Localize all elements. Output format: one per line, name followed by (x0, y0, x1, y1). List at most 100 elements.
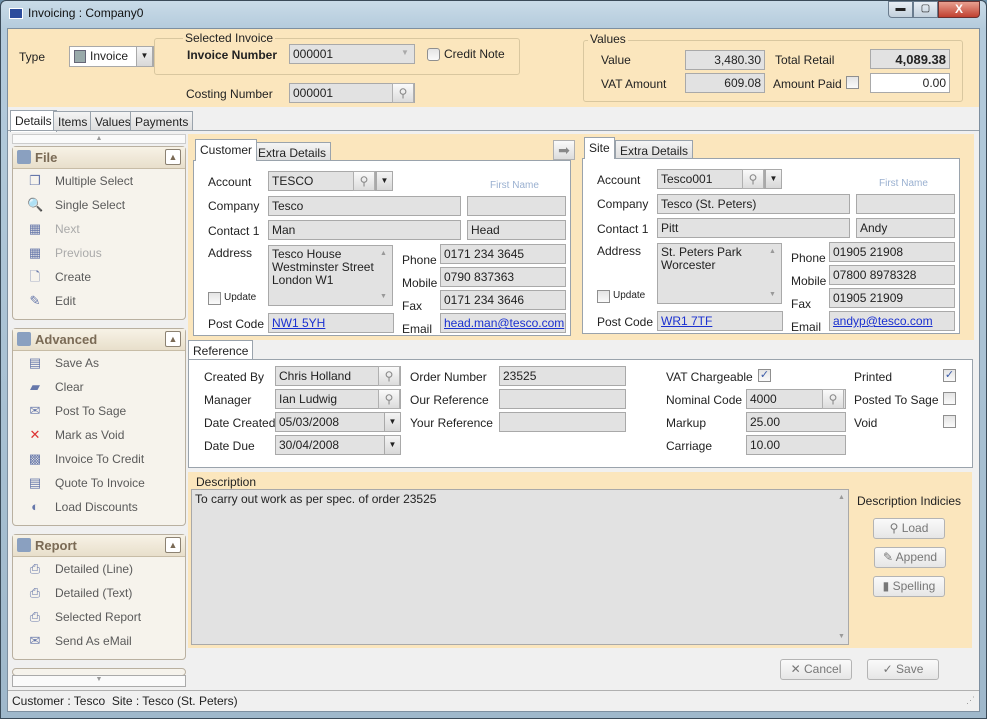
description-scroll-down[interactable]: ▼ (838, 633, 845, 640)
site-postcode-field[interactable]: WR1 7TF (657, 311, 783, 331)
customer-fax-field[interactable]: 0171 234 3646 (440, 290, 566, 310)
resize-grip-icon[interactable]: ⋰ (966, 695, 975, 706)
sidebar-item-quote-to-invoice[interactable]: ▤ Quote To Invoice (13, 471, 185, 495)
customer-address-scroll-down[interactable]: ▼ (380, 293, 387, 300)
site-address-scroll-down[interactable]: ▼ (769, 291, 776, 298)
site-account-search-icon[interactable]: ⚲ (742, 169, 764, 189)
customer-email-field[interactable]: head.man@tesco.com (440, 313, 566, 333)
carriage-field[interactable]: 10.00 (746, 435, 846, 455)
site-contact-last-name-field[interactable]: Pitt (657, 218, 850, 238)
manager-search-icon[interactable]: ⚲ (378, 389, 400, 409)
sidebar-item-selected-report[interactable]: ⎙ Selected Report (13, 605, 185, 629)
credit-note-checkbox[interactable] (427, 48, 440, 61)
customer-phone-field[interactable]: 0171 234 3645 (440, 244, 566, 264)
site-email-link[interactable]: andyp@tesco.com (833, 314, 933, 328)
sidebar-item-detailed-text[interactable]: ⎙ Detailed (Text) (13, 581, 185, 605)
date-due-dropdown-arrow[interactable]: ▼ (384, 435, 401, 455)
tab-details[interactable]: Details (10, 110, 57, 132)
sidebar-pane-header-file[interactable]: File ▲ (13, 147, 185, 169)
site-tab-main[interactable]: Site (584, 137, 615, 159)
customer-tab-extra-details[interactable]: Extra Details (253, 142, 332, 162)
sidebar-pane-header-advanced[interactable]: Advanced ▲ (13, 329, 185, 351)
site-email-field[interactable]: andyp@tesco.com (829, 311, 955, 331)
customer-account-dropdown-arrow[interactable]: ▼ (376, 171, 393, 191)
sidebar-item-clear[interactable]: ▰ Clear (13, 375, 185, 399)
vat-chargeable-checkbox[interactable]: ✓ (758, 369, 771, 382)
customer-tab-main[interactable]: Customer (195, 139, 258, 161)
sidebar-item-send-as-email[interactable]: ✉ Send As eMail (13, 629, 185, 653)
printed-checkbox[interactable]: ✓ (943, 369, 956, 382)
customer-contact-last-name-field[interactable]: Man (268, 220, 461, 240)
cancel-button[interactable]: ✕ Cancel (780, 659, 852, 680)
site-company-field[interactable]: Tesco (St. Peters) (657, 194, 850, 214)
customer-company-field[interactable]: Tesco (268, 196, 461, 216)
amount-paid-field[interactable]: 0.00 (870, 73, 950, 93)
invoice-number-combo[interactable]: 000001 (289, 44, 415, 64)
tab-values[interactable]: Values (90, 111, 136, 131)
site-postcode-link[interactable]: WR1 7TF (661, 314, 712, 328)
site-address-field[interactable]: St. Peters Park Worcester (657, 243, 782, 304)
date-created-field[interactable]: 05/03/2008 (275, 412, 401, 432)
sidebar-item-invoice-to-credit[interactable]: ▩ Invoice To Credit (13, 447, 185, 471)
spelling-button[interactable]: ▮ Spelling (873, 576, 945, 597)
nominal-code-search-icon[interactable]: ⚲ (822, 389, 844, 409)
amount-paid-checkbox[interactable] (846, 76, 859, 89)
site-contact-first-name-field[interactable]: Andy (856, 218, 955, 238)
customer-contact-first-name-field[interactable]: Head (467, 220, 566, 240)
customer-update-checkbox[interactable] (208, 292, 221, 305)
date-due-field[interactable]: 30/04/2008 (275, 435, 401, 455)
posted-to-sage-checkbox[interactable] (943, 392, 956, 405)
customer-address-field[interactable]: Tesco House Westminster Street London W1 (268, 245, 393, 306)
sidebar-scroll-up[interactable]: ▲ (12, 134, 186, 144)
created-by-search-icon[interactable]: ⚲ (378, 366, 400, 386)
collapse-advanced-button[interactable]: ▲ (165, 331, 181, 347)
sidebar-item-mark-as-void[interactable]: ✕ Mark as Void (13, 423, 185, 447)
close-button[interactable]: X (938, 1, 980, 18)
append-button[interactable]: ✎ Append (874, 547, 946, 568)
customer-postcode-link[interactable]: NW1 5YH (272, 316, 325, 330)
your-reference-field[interactable] (499, 412, 626, 432)
customer-account-search-icon[interactable]: ⚲ (353, 171, 375, 191)
site-tab-extra-details[interactable]: Extra Details (615, 140, 694, 160)
tab-payments[interactable]: Payments (130, 111, 194, 131)
markup-field[interactable]: 25.00 (746, 412, 846, 432)
description-scroll-up[interactable]: ▲ (838, 494, 845, 501)
sidebar-item-single-select[interactable]: 🔍 Single Select (13, 193, 185, 217)
collapse-report-button[interactable]: ▲ (165, 537, 181, 553)
site-update-checkbox[interactable] (597, 290, 610, 303)
copy-to-site-arrow-icon[interactable]: ➡ (553, 140, 575, 160)
maximize-button[interactable]: ▢ (913, 1, 938, 18)
sidebar-item-detailed-line[interactable]: ⎙ Detailed (Line) (13, 557, 185, 581)
site-company-extra-field[interactable] (856, 194, 955, 214)
customer-address-scroll-up[interactable]: ▲ (380, 250, 387, 257)
our-reference-field[interactable] (499, 389, 626, 409)
sidebar-item-post-to-sage[interactable]: ✉ Post To Sage (13, 399, 185, 423)
site-address-scroll-up[interactable]: ▲ (769, 248, 776, 255)
sidebar-item-create[interactable]: 🗋 Create (13, 265, 185, 289)
customer-company-extra-field[interactable] (467, 196, 566, 216)
sidebar-item-save-as[interactable]: ▤ Save As (13, 351, 185, 375)
save-button[interactable]: ✓ Save (867, 659, 939, 680)
sidebar-pane-header-report[interactable]: Report ▲ (13, 535, 185, 557)
tab-items[interactable]: Items (53, 111, 93, 131)
description-textarea[interactable]: To carry out work as per spec. of order … (191, 489, 849, 645)
sidebar-item-multiple-select[interactable]: ❐ Multiple Select (13, 169, 185, 193)
customer-postcode-field[interactable]: NW1 5YH (268, 313, 394, 333)
costing-search-icon[interactable]: ⚲ (392, 83, 414, 103)
site-fax-field[interactable]: 01905 21909 (829, 288, 955, 308)
order-number-field[interactable]: 23525 (499, 366, 626, 386)
collapse-file-button[interactable]: ▲ (165, 149, 181, 165)
type-dropdown-arrow[interactable]: ▼ (136, 46, 153, 67)
date-created-dropdown-arrow[interactable]: ▼ (384, 412, 401, 432)
invoice-number-dropdown-arrow[interactable]: ▼ (401, 48, 409, 57)
site-phone-field[interactable]: 01905 21908 (829, 242, 955, 262)
site-account-dropdown-arrow[interactable]: ▼ (765, 169, 782, 189)
minimize-button[interactable]: ▬ (888, 1, 913, 18)
customer-email-link[interactable]: head.man@tesco.com (444, 316, 564, 330)
sidebar-item-edit[interactable]: ✎ Edit (13, 289, 185, 313)
void-checkbox[interactable] (943, 415, 956, 428)
customer-mobile-field[interactable]: 0790 837363 (440, 267, 566, 287)
sidebar-scroll-down[interactable]: ▼ (12, 675, 186, 687)
load-button[interactable]: ⚲ Load (873, 518, 945, 539)
site-mobile-field[interactable]: 07800 8978328 (829, 265, 955, 285)
